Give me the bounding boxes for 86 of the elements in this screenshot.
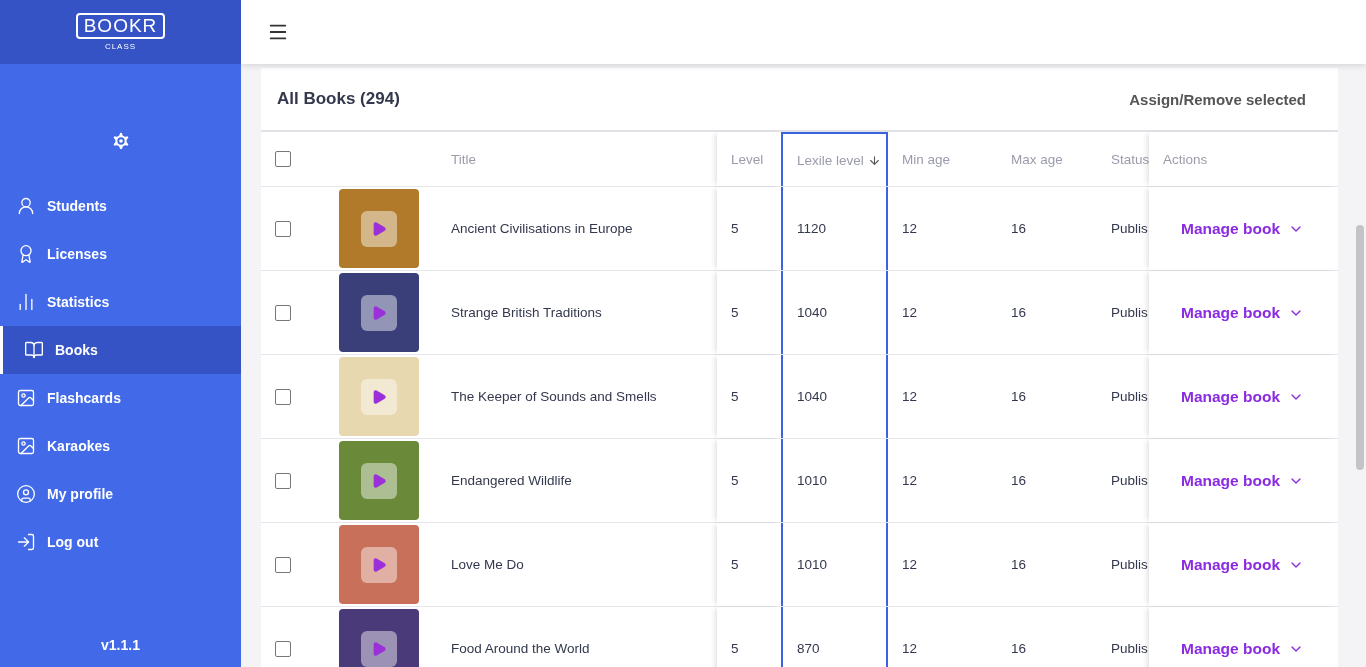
- column-header[interactable]: Min age: [888, 132, 997, 186]
- student-icon: [16, 196, 36, 216]
- row-checkbox[interactable]: [275, 556, 291, 573]
- table-cell: The Keeper of Sounds and Smells: [451, 389, 657, 404]
- column-header[interactable]: Lexile level: [781, 132, 888, 186]
- assign-remove-link[interactable]: Assign/Remove selected: [1129, 90, 1306, 108]
- card-title: All Books (294): [277, 89, 400, 109]
- manage-book-dropdown[interactable]: Manage book: [1181, 639, 1305, 658]
- table-cell: 12: [902, 389, 918, 404]
- row-checkbox[interactable]: [275, 640, 291, 657]
- play-icon[interactable]: [361, 210, 397, 247]
- table-cell: 1040: [797, 305, 828, 320]
- table-cell: Publis: [1111, 641, 1148, 656]
- nav-item[interactable]: Statistics: [0, 278, 241, 326]
- nav-item[interactable]: Books: [0, 326, 241, 374]
- book-cover-placeholder[interactable]: [339, 189, 419, 268]
- scrollbar-thumb[interactable]: [1356, 225, 1364, 470]
- table-cell: 16: [1011, 641, 1027, 656]
- table-cell: Strange British Traditions: [451, 305, 602, 320]
- column-header[interactable]: Title: [431, 132, 717, 186]
- row-checkbox[interactable]: [275, 304, 291, 321]
- sort-arrow-icon: [867, 153, 881, 167]
- table-cell: Publis: [1111, 305, 1148, 320]
- table-cell: Endangered Wildlife: [451, 473, 572, 488]
- profile-icon: [16, 484, 36, 504]
- book-cover-placeholder[interactable]: [339, 273, 419, 352]
- logo-wordmark: BOOKR: [75, 13, 166, 39]
- manage-book-dropdown[interactable]: Manage book: [1181, 555, 1305, 574]
- table-cell: Publis: [1111, 473, 1148, 488]
- manage-book-dropdown[interactable]: Manage book: [1181, 387, 1305, 406]
- logo-subtitle: CLASS: [104, 42, 137, 51]
- table-cell: 5: [731, 389, 739, 404]
- manage-book-dropdown[interactable]: Manage book: [1181, 303, 1305, 322]
- table-cell: 12: [902, 557, 918, 572]
- row-checkbox[interactable]: [275, 388, 291, 405]
- table-cell: 1040: [797, 389, 828, 404]
- table-cell: 5: [731, 473, 739, 488]
- play-icon[interactable]: [361, 546, 397, 583]
- book-cover-placeholder[interactable]: [339, 441, 419, 520]
- table-cell: 1010: [797, 473, 828, 488]
- play-icon[interactable]: [361, 294, 397, 331]
- table-cell: 1120: [797, 221, 827, 236]
- play-icon[interactable]: [361, 378, 397, 415]
- table-cell: 5: [731, 557, 739, 572]
- table-cell: 16: [1011, 305, 1027, 320]
- column-header[interactable]: Level: [717, 132, 781, 186]
- table-cell: 870: [797, 641, 820, 656]
- table-cell: 5: [731, 305, 739, 320]
- nav-item[interactable]: Students: [0, 182, 241, 230]
- column-header[interactable]: Status: [1097, 132, 1149, 186]
- table-cell: Food Around the World: [451, 641, 590, 656]
- table-cell: 5: [731, 221, 739, 236]
- table-cell: 16: [1011, 221, 1027, 236]
- play-icon[interactable]: [361, 630, 397, 667]
- column-header[interactable]: Actions: [1149, 132, 1338, 186]
- nav-item[interactable]: Karaokes: [0, 422, 241, 470]
- row-checkbox[interactable]: [275, 220, 291, 237]
- table-cell: Publis: [1111, 221, 1148, 236]
- version-label: v1.1.1: [100, 637, 141, 653]
- table-cell: Publis: [1111, 557, 1148, 572]
- table-cell: 12: [902, 221, 918, 236]
- manage-book-dropdown[interactable]: Manage book: [1181, 471, 1305, 490]
- nav-item[interactable]: Licenses: [0, 230, 241, 278]
- play-icon[interactable]: [361, 462, 397, 499]
- book-cover-placeholder[interactable]: [339, 525, 419, 604]
- select-all-checkbox[interactable]: [275, 151, 291, 167]
- nav-item[interactable]: My profile: [0, 470, 241, 518]
- row-checkbox[interactable]: [275, 472, 291, 489]
- table-cell: 12: [902, 305, 918, 320]
- table-cell: 12: [902, 473, 918, 488]
- manage-book-dropdown[interactable]: Manage book: [1181, 219, 1305, 238]
- table-cell: Ancient Civilisations in Europe: [451, 221, 633, 236]
- table-cell: 16: [1011, 473, 1027, 488]
- table-cell: 16: [1011, 389, 1027, 404]
- table-cell: Publis: [1111, 389, 1148, 404]
- table-cell: 12: [902, 641, 918, 656]
- nav-item[interactable]: Flashcards: [0, 374, 241, 422]
- table-cell: 1010: [797, 557, 828, 572]
- logout-icon: [16, 532, 36, 552]
- book-cover-placeholder[interactable]: [339, 609, 419, 667]
- column-header[interactable]: Max age: [997, 132, 1097, 186]
- book-icon: [24, 340, 44, 360]
- table-cell: 16: [1011, 557, 1027, 572]
- table-cell: 5: [731, 641, 739, 656]
- table-cell: Love Me Do: [451, 557, 524, 572]
- nav-item[interactable]: Log out: [0, 518, 241, 566]
